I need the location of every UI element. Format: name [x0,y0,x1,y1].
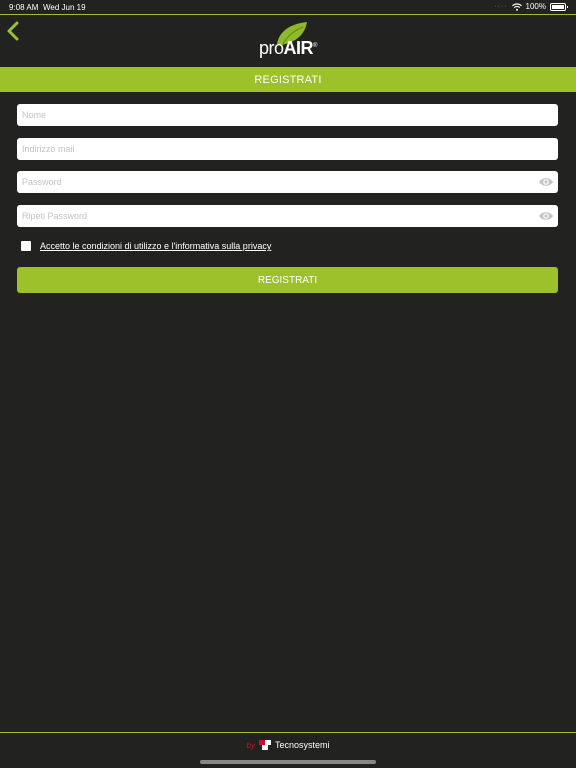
password-input[interactable] [17,171,527,193]
page-title-bar: REGISTRATI [0,67,576,92]
chevron-left-icon [7,21,19,41]
back-button[interactable] [4,20,22,42]
proair-logo: proAIR® [259,20,323,60]
terms-checkbox[interactable] [21,241,31,251]
register-button[interactable]: REGISTRATI [17,267,558,293]
status-time: 9:08 AM [9,3,39,12]
email-field [17,138,558,160]
password-field [17,171,558,193]
header-divider [0,14,576,15]
logo-suffix: AIR [283,38,314,58]
wifi-icon [511,2,522,11]
cellular-icon: ···· [494,3,508,10]
battery-icon [550,2,568,11]
status-indicators: ···· 100% [494,2,568,11]
footer-brand: Tecnosystemi [274,740,330,750]
repeat-password-field [17,205,558,227]
logo-registered: ® [313,43,317,49]
tecnosystemi-logo-icon [258,740,271,750]
home-indicator[interactable] [200,760,376,764]
footer-by: by [246,740,255,750]
status-date: Wed Jun 19 [43,3,86,12]
eye-icon[interactable] [538,176,554,188]
terms-link[interactable]: Accetto le condizioni di utilizzo e l'in… [40,241,271,251]
status-bar: 9:08 AM Wed Jun 19 ···· 100% [0,0,576,14]
logo-text: proAIR® [259,38,317,59]
battery-percent: 100% [525,2,546,11]
page-title: REGISTRATI [254,73,322,86]
register-button-label: REGISTRATI [257,274,318,286]
name-field [17,104,558,126]
footer: by Tecnosystemi [0,736,576,754]
logo-prefix: pro [259,38,284,58]
eye-icon[interactable] [538,210,554,222]
footer-divider [0,732,576,733]
email-input[interactable] [17,138,527,160]
name-input[interactable] [17,104,527,126]
repeat-password-input[interactable] [17,205,527,227]
